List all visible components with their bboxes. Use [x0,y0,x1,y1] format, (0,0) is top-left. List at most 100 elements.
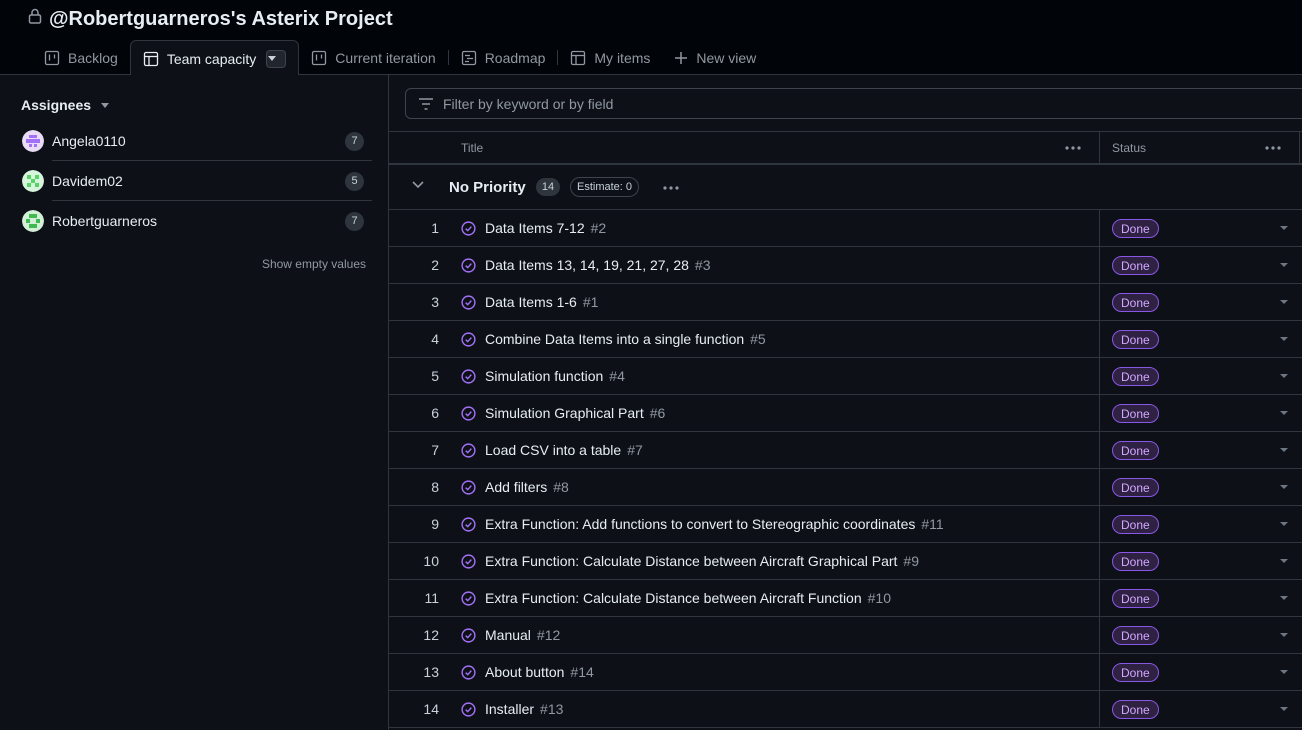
triangle-down-icon[interactable] [1280,559,1288,563]
status-cell[interactable]: Done [1099,691,1302,727]
row-number: 12 [423,627,439,643]
status-cell[interactable]: Done [1099,580,1302,616]
issue-title-link[interactable]: Installer #13 [485,691,563,727]
row-number: 5 [431,368,439,384]
kebab-horizontal-icon[interactable] [1263,141,1283,155]
triangle-down-icon[interactable] [1280,485,1288,489]
triangle-down-icon[interactable] [1280,411,1288,415]
assignee-davidem02[interactable]: Davidem02 5 [22,161,372,201]
table-row[interactable]: 2 Data Items 13, 14, 19, 21, 27, 28 #3 Done [389,247,1302,284]
triangle-down-icon[interactable] [1280,374,1288,378]
table-row[interactable]: 12 Manual #12 Done [389,617,1302,654]
show-empty-values-link[interactable]: Show empty values [262,257,366,271]
status-cell[interactable]: Done [1099,284,1302,320]
status-cell[interactable]: Done [1099,358,1302,394]
issue-number: #3 [694,257,711,273]
tab-options-button[interactable] [266,49,287,68]
triangle-down-icon[interactable] [1280,522,1288,526]
plus-icon [675,51,688,64]
status-cell[interactable]: Done [1099,321,1302,357]
status-cell[interactable]: Done [1099,210,1302,246]
assignees-heading[interactable]: Assignees [21,97,110,113]
project-header: @Robertguarneros's Asterix Project Backl… [0,0,1302,76]
tab-roadmap[interactable]: Roadmap [449,40,558,75]
issue-title: Manual [485,627,531,643]
filter-bar[interactable] [405,88,1302,119]
row-number: 3 [431,294,439,310]
issue-title-link[interactable]: Combine Data Items into a single functio… [485,321,766,357]
issue-title: Extra Function: Calculate Distance betwe… [485,590,862,606]
table-row[interactable]: 8 Add filters #8 Done [389,469,1302,506]
status-cell[interactable]: Done [1099,432,1302,468]
table-row[interactable]: 13 About button #14 Done [389,654,1302,691]
roadmap-icon [461,50,476,65]
view-tabs: Backlog Team capacity Current iteration [32,40,768,76]
table-icon [143,51,158,66]
tab-team-capacity[interactable]: Team capacity [129,40,300,76]
triangle-down-icon[interactable] [1280,633,1288,637]
status-badge: Done [1112,478,1159,497]
issue-title: About button [485,664,565,680]
table-row[interactable]: 5 Simulation function #4 Done [389,358,1302,395]
status-cell[interactable]: Done [1099,506,1302,542]
issue-title-link[interactable]: Add filters #8 [485,469,569,505]
column-divider[interactable] [1099,132,1100,164]
kebab-horizontal-icon[interactable] [661,181,681,195]
table-row[interactable]: 11 Extra Function: Calculate Distance bet… [389,580,1302,617]
new-view-button[interactable]: New view [662,40,768,75]
triangle-down-icon[interactable] [1280,226,1288,230]
kebab-horizontal-icon[interactable] [1063,141,1083,155]
column-header-status[interactable]: Status [1112,132,1146,164]
status-badge: Done [1112,404,1159,423]
column-divider[interactable] [1299,132,1300,164]
issue-title-link[interactable]: Load CSV into a table #7 [485,432,643,468]
triangle-down-icon[interactable] [1280,337,1288,341]
assignee-robertguarneros[interactable]: Robertguarneros 7 [22,201,372,241]
chevron-down-icon[interactable] [412,181,424,189]
tab-backlog[interactable]: Backlog [32,40,130,75]
status-badge: Done [1112,700,1159,719]
column-header-title[interactable]: Title [461,132,483,164]
triangle-down-icon[interactable] [1280,670,1288,674]
table-row[interactable]: 4 Combine Data Items into a single functi… [389,321,1302,358]
assignee-angela0110[interactable]: Angela0110 7 [22,121,372,161]
status-cell[interactable]: Done [1099,395,1302,431]
status-cell[interactable]: Done [1099,247,1302,283]
triangle-down-icon[interactable] [1280,707,1288,711]
issue-title-link[interactable]: Extra Function: Calculate Distance betwe… [485,580,891,616]
table-row[interactable]: 6 Simulation Graphical Part #6 Done [389,395,1302,432]
issue-title-link[interactable]: Data Items 1-6 #1 [485,284,598,320]
tab-my-items[interactable]: My items [558,40,662,75]
issue-title-link[interactable]: Extra Function: Add functions to convert… [485,506,944,542]
issue-title: Load CSV into a table [485,442,622,458]
avatar [22,170,44,192]
issue-title-link[interactable]: Simulation function #4 [485,358,625,394]
triangle-down-icon[interactable] [1280,300,1288,304]
table-row[interactable]: 7 Load CSV into a table #7 Done [389,432,1302,469]
table-row[interactable]: 14 Installer #13 Done [389,691,1302,728]
triangle-down-icon[interactable] [1280,448,1288,452]
table-row[interactable]: 9 Extra Function: Add functions to conver… [389,506,1302,543]
tab-current-iteration[interactable]: Current iteration [299,40,447,75]
triangle-down-icon[interactable] [1280,263,1288,267]
status-cell[interactable]: Done [1099,617,1302,653]
status-cell[interactable]: Done [1099,654,1302,690]
issue-title-link[interactable]: Data Items 7-12 #2 [485,210,606,246]
issue-closed-icon [461,406,476,421]
status-cell[interactable]: Done [1099,469,1302,505]
issue-title-link[interactable]: Extra Function: Calculate Distance betwe… [485,543,919,579]
status-badge: Done [1112,330,1159,349]
group-title: No Priority [449,178,526,196]
issue-title-link[interactable]: About button #14 [485,654,594,690]
issue-title-link[interactable]: Simulation Graphical Part #6 [485,395,665,431]
issue-closed-icon [461,369,476,384]
triangle-down-icon[interactable] [1280,596,1288,600]
issue-title-link[interactable]: Manual #12 [485,617,560,653]
table-row[interactable]: 1 Data Items 7-12 #2 Done [389,210,1302,247]
status-cell[interactable]: Done [1099,543,1302,579]
issue-title-link[interactable]: Data Items 13, 14, 19, 21, 27, 28 #3 [485,247,711,283]
table-row[interactable]: 10 Extra Function: Calculate Distance bet… [389,543,1302,580]
table-row[interactable]: 3 Data Items 1-6 #1 Done [389,284,1302,321]
filter-input[interactable] [443,95,943,112]
issue-title: Add filters [485,479,548,495]
